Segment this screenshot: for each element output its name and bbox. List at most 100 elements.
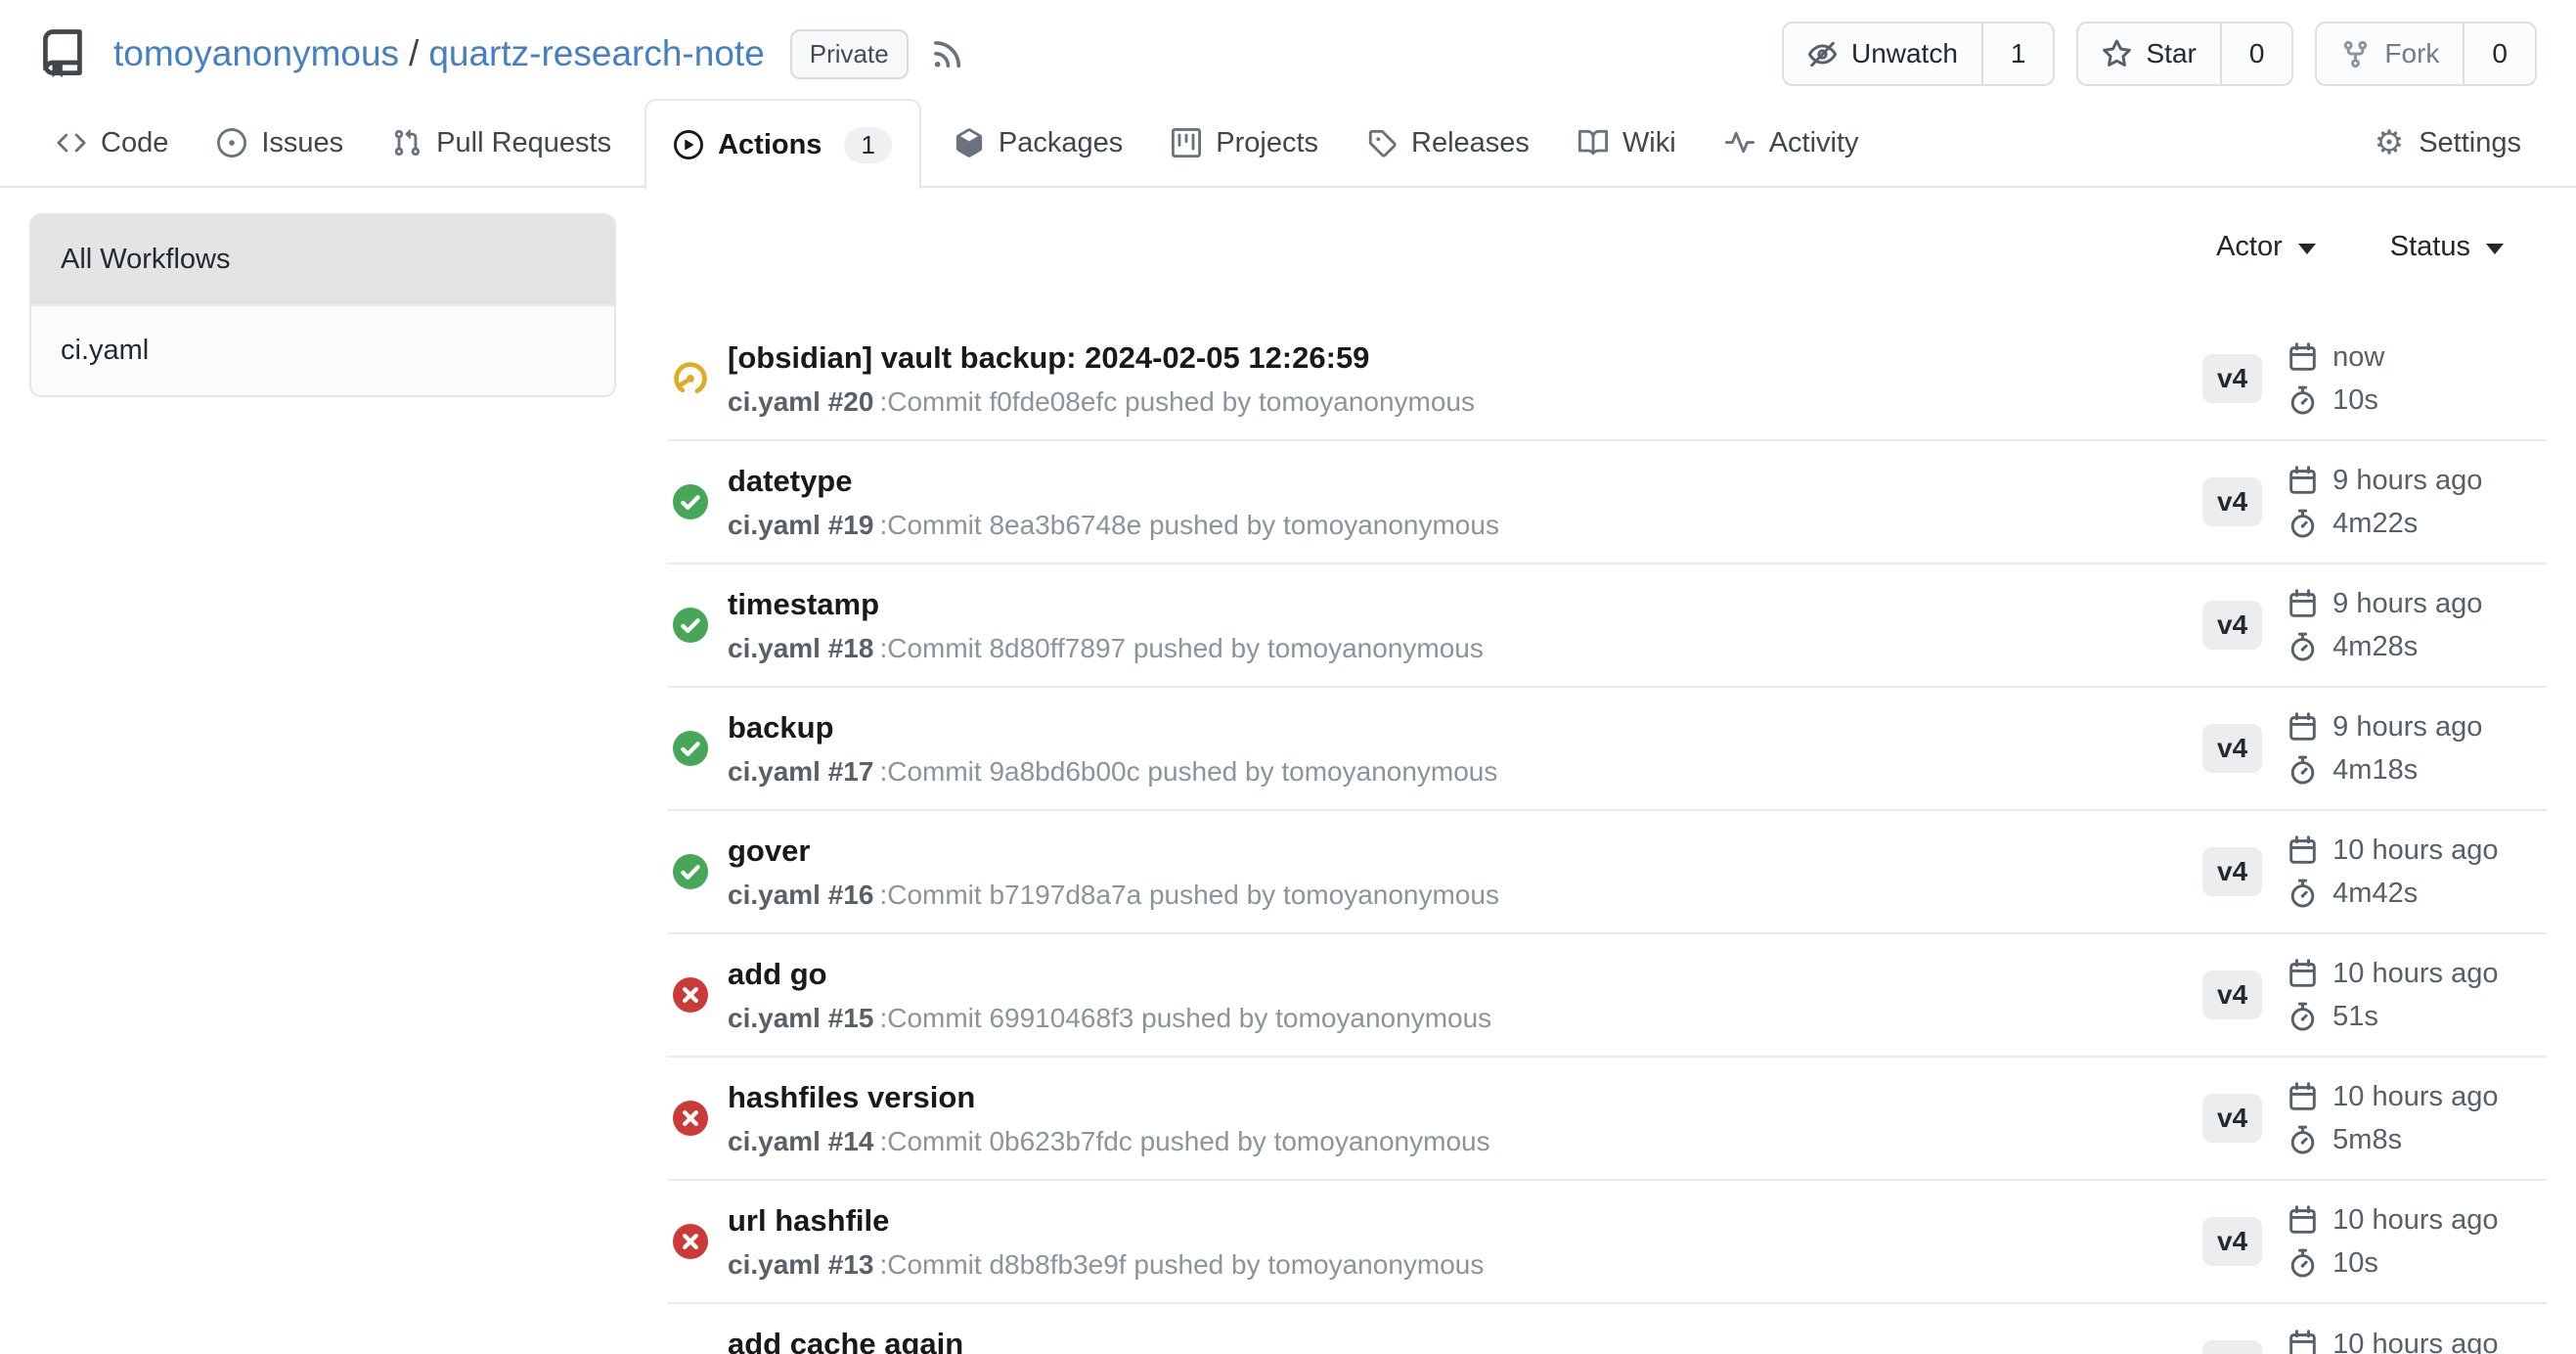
workflow-run-row[interactable]: add cache again v4 10 hours ago	[667, 1304, 2547, 1354]
watchers-count[interactable]: 1	[1981, 23, 2054, 84]
run-title-link[interactable]: hashfiles version	[728, 1080, 2202, 1115]
tab-pull-requests-label: Pull Requests	[436, 127, 611, 159]
workflow-sidebar: All Workflows ci.yaml	[29, 213, 616, 397]
repo-name-link[interactable]: quartz-research-note	[428, 33, 764, 73]
rss-feed-icon[interactable]	[930, 36, 965, 71]
pull-request-icon	[392, 128, 422, 158]
issue-icon	[217, 128, 246, 158]
run-meta: v4 9 hours ago	[2202, 465, 2547, 540]
run-subtitle: ci.yaml #13:Commit d8b8fb3e9f pushed by …	[728, 1249, 2202, 1281]
tab-wiki-label: Wiki	[1622, 127, 1676, 159]
visibility-badge: Private	[790, 29, 909, 79]
tab-projects-label: Projects	[1216, 127, 1318, 159]
workflow-run-row[interactable]: datetype ci.yaml #19:Commit 8ea3b6748e p…	[667, 441, 2547, 564]
run-times: 10 hours ago	[2287, 1329, 2498, 1354]
tab-activity-label: Activity	[1769, 127, 1859, 159]
run-summary: url hashfile ci.yaml #13:Commit d8b8fb3e…	[728, 1203, 2202, 1281]
status-filter-label: Status	[2390, 231, 2470, 263]
run-times: 9 hours ago 4m28s	[2287, 588, 2482, 663]
tab-issues[interactable]: Issues	[201, 100, 359, 186]
tab-actions[interactable]: Actions 1	[644, 99, 921, 189]
runner-version-badge: v4	[2202, 847, 2262, 896]
failure-icon	[673, 1101, 708, 1136]
run-duration-label: 4m22s	[2332, 508, 2418, 540]
repo-tab-nav: Code Issues Pull Requests Actions 1 Pack…	[0, 100, 2576, 188]
run-times: 10 hours ago 51s	[2287, 958, 2498, 1033]
tab-activity[interactable]: Activity	[1710, 100, 1875, 186]
run-status	[673, 977, 708, 1013]
run-when-label: 10 hours ago	[2332, 1204, 2498, 1237]
run-title-link[interactable]: url hashfile	[728, 1203, 2202, 1239]
run-duration-label: 4m18s	[2332, 754, 2418, 787]
actor-filter-dropdown[interactable]: Actor	[2216, 231, 2316, 263]
repo-owner-link[interactable]: tomoyanonymous	[113, 33, 399, 73]
run-summary: backup ci.yaml #17:Commit 9a8bd6b00c pus…	[728, 710, 2202, 788]
run-duration: 10s	[2287, 1247, 2498, 1280]
success-icon	[673, 854, 708, 889]
tab-wiki[interactable]: Wiki	[1563, 100, 1692, 186]
run-status	[673, 608, 708, 643]
calendar-icon	[2287, 1082, 2318, 1112]
run-times: 9 hours ago 4m18s	[2287, 711, 2482, 787]
run-commit-text: :Commit 9a8bd6b00c pushed by tomoyanonym…	[879, 756, 1497, 787]
sidebar-item-ci-yaml[interactable]: ci.yaml	[31, 304, 614, 395]
tab-packages[interactable]: Packages	[939, 100, 1138, 186]
run-duration: 10s	[2287, 384, 2384, 417]
caret-down-icon	[2486, 244, 2504, 254]
unwatch-button[interactable]: Unwatch 1	[1782, 22, 2056, 86]
run-times: 10 hours ago 10s	[2287, 1204, 2498, 1280]
run-title-link[interactable]: [obsidian] vault backup: 2024-02-05 12:2…	[728, 340, 2202, 376]
repo-header: tomoyanonymous/quartz-research-note Priv…	[0, 0, 2576, 100]
fork-button[interactable]: Fork 0	[2315, 22, 2537, 86]
calendar-icon	[2287, 959, 2318, 989]
run-commit-text: :Commit 8ea3b6748e pushed by tomoyanonym…	[879, 510, 1499, 540]
forks-count[interactable]: 0	[2463, 23, 2535, 84]
run-workflow-ref: ci.yaml #14	[728, 1126, 873, 1156]
run-duration-label: 51s	[2332, 1001, 2378, 1033]
run-duration-label: 5m8s	[2332, 1124, 2402, 1156]
run-workflow-ref: ci.yaml #16	[728, 880, 873, 910]
tab-projects[interactable]: Projects	[1156, 100, 1334, 186]
run-duration-label: 10s	[2332, 1247, 2378, 1280]
run-duration: 4m28s	[2287, 631, 2482, 663]
calendar-icon	[2287, 342, 2318, 373]
run-title-link[interactable]: backup	[728, 710, 2202, 745]
workflow-run-row[interactable]: gover ci.yaml #16:Commit b7197d8a7a push…	[667, 811, 2547, 934]
tab-code[interactable]: Code	[41, 100, 184, 186]
stopwatch-icon	[2287, 385, 2318, 416]
run-meta: v4 9 hours ago	[2202, 711, 2547, 787]
run-subtitle: ci.yaml #15:Commit 69910468f3 pushed by …	[728, 1003, 2202, 1034]
run-title-link[interactable]: gover	[728, 834, 2202, 869]
star-button[interactable]: Star 0	[2076, 22, 2293, 86]
run-meta: v4 now 10s	[2202, 341, 2547, 417]
stopwatch-icon	[2287, 879, 2318, 909]
run-title-link[interactable]: add cache again	[728, 1327, 2202, 1354]
workflow-run-row[interactable]: add go ci.yaml #15:Commit 69910468f3 pus…	[667, 934, 2547, 1058]
run-title-link[interactable]: datetype	[728, 464, 2202, 499]
status-filter-dropdown[interactable]: Status	[2390, 231, 2504, 263]
run-status	[673, 361, 708, 396]
tab-actions-label: Actions	[718, 129, 822, 161]
stopwatch-icon	[2287, 1125, 2318, 1155]
workflow-run-row[interactable]: [obsidian] vault backup: 2024-02-05 12:2…	[667, 318, 2547, 441]
actions-page: All Workflows ci.yaml Actor Status	[0, 188, 2576, 1354]
workflow-run-row[interactable]: hashfiles version ci.yaml #14:Commit 0b6…	[667, 1058, 2547, 1181]
run-commit-text: :Commit d8b8fb3e9f pushed by tomoyanonym…	[879, 1249, 1484, 1280]
workflow-run-row[interactable]: timestamp ci.yaml #18:Commit 8d80ff7897 …	[667, 564, 2547, 688]
run-subtitle: ci.yaml #17:Commit 9a8bd6b00c pushed by …	[728, 756, 2202, 788]
workflow-run-row[interactable]: url hashfile ci.yaml #13:Commit d8b8fb3e…	[667, 1181, 2547, 1304]
run-duration-label: 10s	[2332, 384, 2378, 417]
tab-pull-requests[interactable]: Pull Requests	[377, 100, 627, 186]
tab-releases[interactable]: Releases	[1352, 100, 1545, 186]
run-duration: 51s	[2287, 1001, 2498, 1033]
workflow-run-row[interactable]: backup ci.yaml #17:Commit 9a8bd6b00c pus…	[667, 688, 2547, 811]
sidebar-item-all-workflows[interactable]: All Workflows	[31, 215, 614, 304]
run-summary: add cache again	[728, 1327, 2202, 1354]
runner-version-badge: v4	[2202, 601, 2262, 650]
stars-count[interactable]: 0	[2220, 23, 2292, 84]
run-title-link[interactable]: add go	[728, 957, 2202, 992]
tab-settings[interactable]: ⚙︎ Settings	[2359, 100, 2537, 186]
actor-filter-label: Actor	[2216, 231, 2283, 263]
run-status	[673, 484, 708, 519]
run-title-link[interactable]: timestamp	[728, 587, 2202, 622]
